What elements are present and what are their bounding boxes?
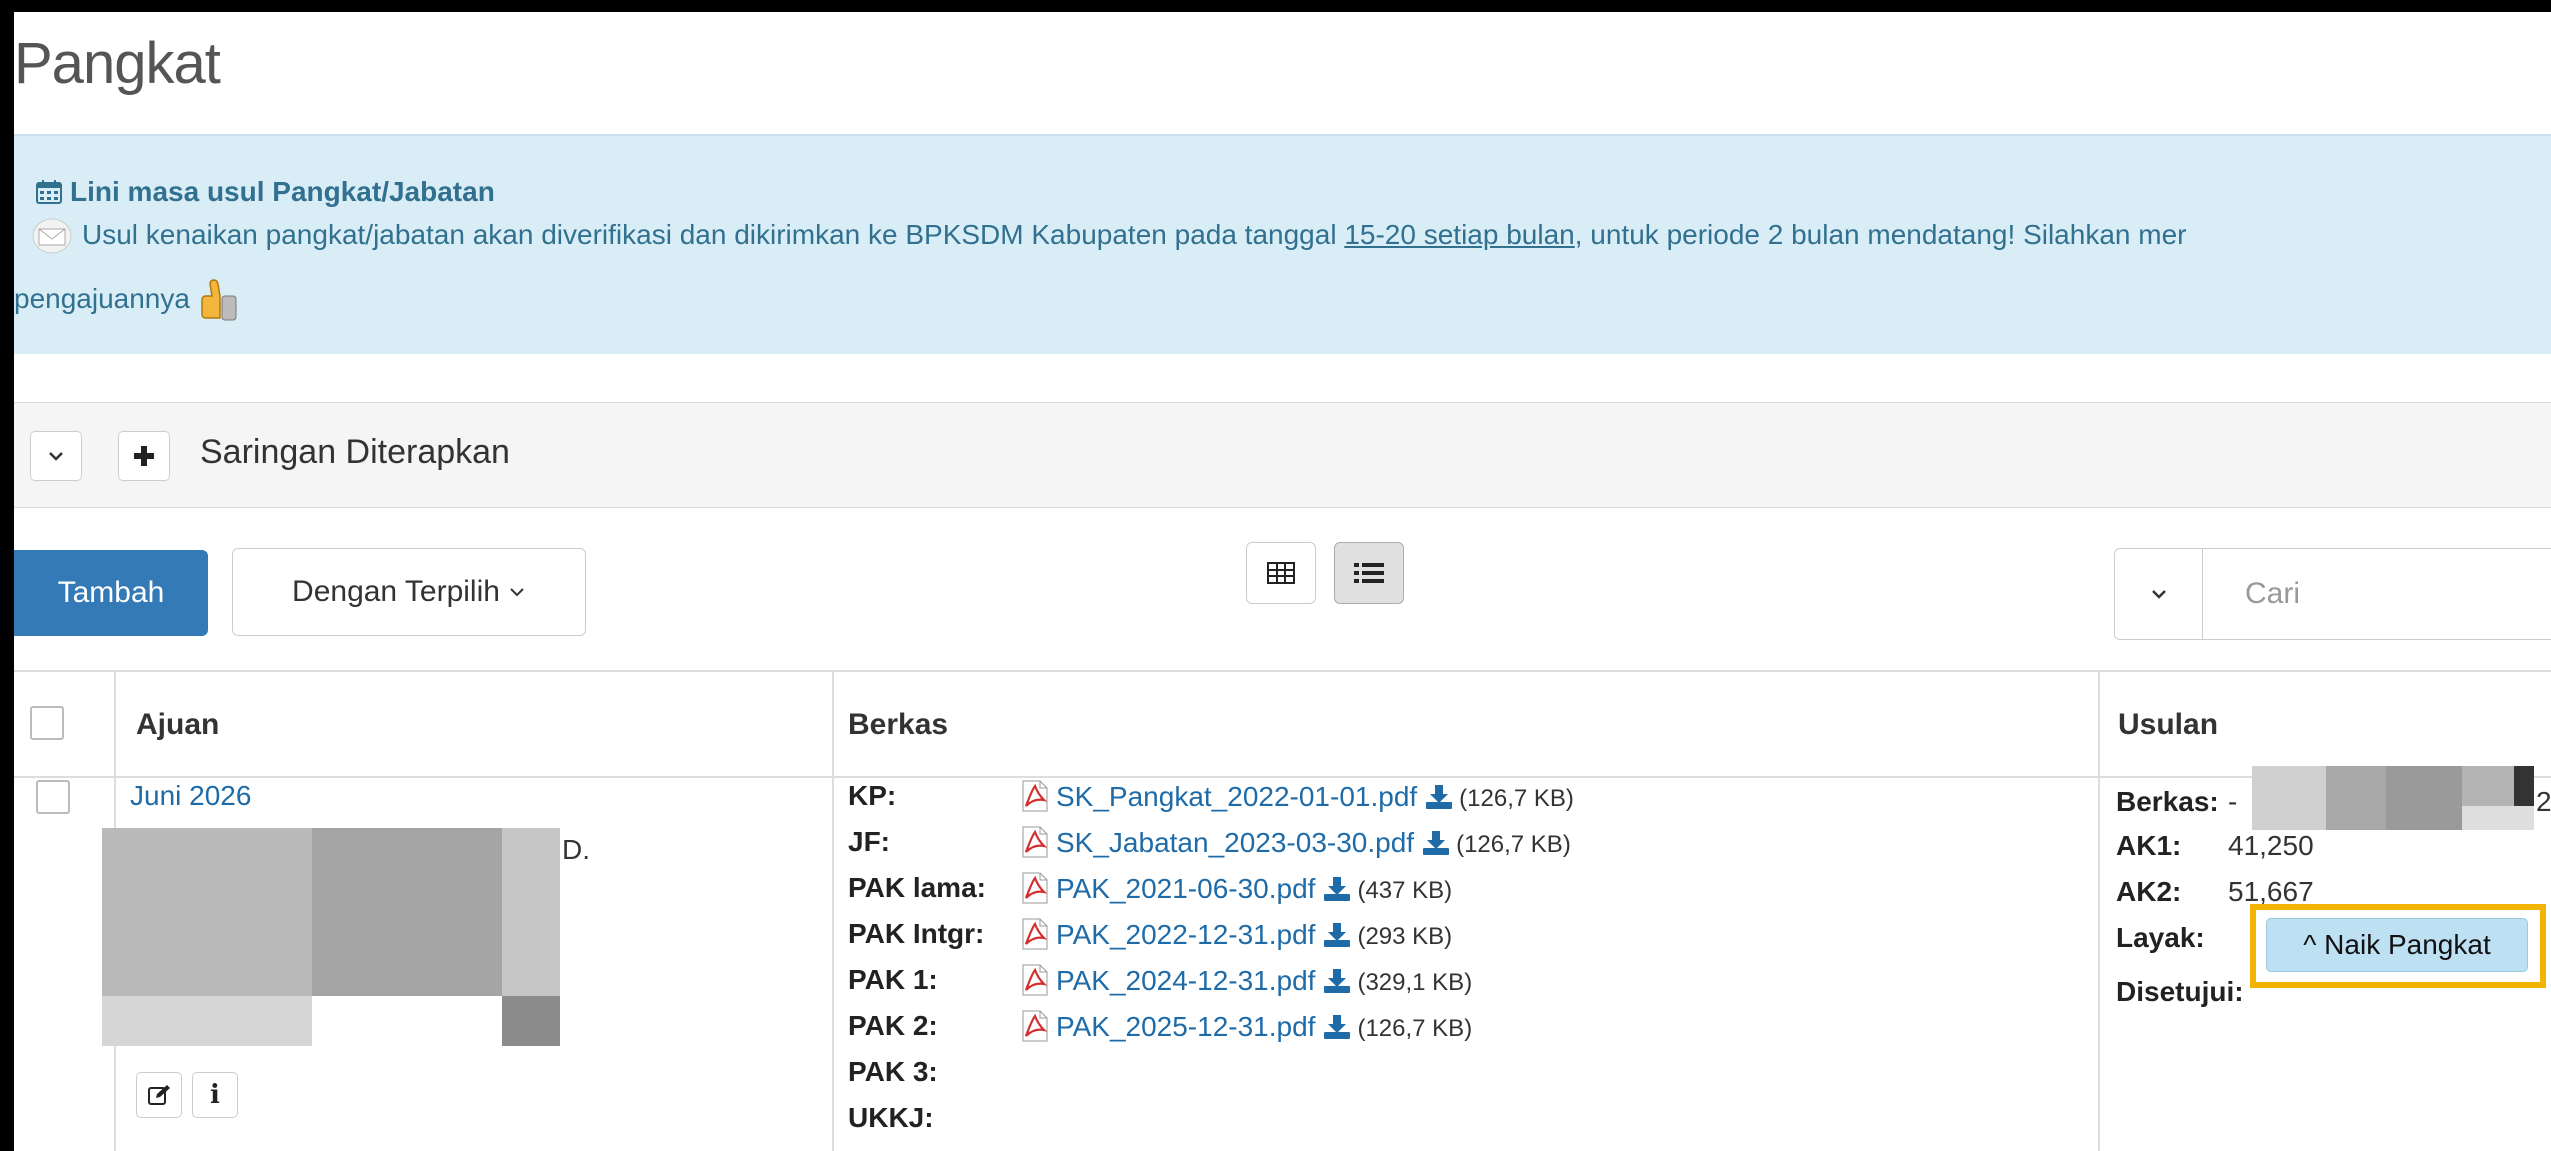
berkas-file-link[interactable]: PAK_2024-12-31.pdf <box>1056 965 1315 996</box>
filter-bar: Saringan Diterapkan <box>14 402 2551 508</box>
col-berkas: Berkas <box>848 708 949 741</box>
layak-label: Layak: <box>2116 922 2205 953</box>
berkas-label: PAK 3: <box>848 1056 938 1087</box>
download-icon[interactable] <box>1425 785 1453 809</box>
berkas-file-link[interactable]: SK_Pangkat_2022-01-01.pdf <box>1056 781 1417 812</box>
plus-icon <box>134 446 154 466</box>
callout-text-before: Usul kenaikan pangkat/jabatan akan diver… <box>82 219 1345 250</box>
berkas-file: PAK_2024-12-31.pdf (329,1 KB) <box>1020 964 1472 997</box>
callout-line2: pengajuannya <box>14 283 190 314</box>
grid-icon <box>1267 562 1295 584</box>
berkas-file: PAK_2022-12-31.pdf (293 KB) <box>1020 918 1452 951</box>
berkas-label: KP: <box>848 780 897 811</box>
chevron-down-icon <box>49 452 63 461</box>
pdf-file-icon <box>1022 964 1048 996</box>
redacted-block <box>2386 766 2462 830</box>
ajuan-link[interactable]: Juni 2026 <box>130 780 251 812</box>
calendar-icon <box>36 180 62 204</box>
disetujui-label: Disetujui: <box>2116 976 2244 1007</box>
add-filter-button[interactable] <box>118 431 170 481</box>
search-column-dropdown[interactable] <box>2114 548 2202 640</box>
usulan-berkas-label: Berkas: <box>2116 786 2219 817</box>
grid-view-button[interactable] <box>1246 542 1316 604</box>
filter-collapse-button[interactable] <box>30 431 82 481</box>
chevron-down-icon <box>510 588 524 597</box>
download-icon[interactable] <box>1323 877 1351 901</box>
row-checkbox[interactable] <box>36 780 70 814</box>
berkas-label: JF: <box>848 826 890 857</box>
download-icon[interactable] <box>1323 969 1351 993</box>
info-icon: i <box>210 1080 220 1110</box>
berkas-file-link[interactable]: SK_Jabatan_2023-03-30.pdf <box>1056 827 1414 858</box>
berkas-file-link[interactable]: PAK_2022-12-31.pdf <box>1056 919 1315 950</box>
berkas-file: PAK_2025-12-31.pdf (126,7 KB) <box>1020 1010 1472 1043</box>
berkas-label: UKKJ: <box>848 1102 934 1133</box>
berkas-file-size: (126,7 KB) <box>1357 1015 1473 1042</box>
redacted-block <box>502 996 560 1046</box>
ak1-value: 41,250 <box>2228 830 2314 861</box>
berkas-label: PAK 2: <box>848 1010 938 1041</box>
ajuan-name-suffix: D. <box>562 834 590 865</box>
timeline-callout: Lini masa usul Pangkat/Jabatan Usul kena… <box>14 134 2551 354</box>
search-input[interactable]: Cari <box>2202 548 2551 640</box>
pdf-file-icon <box>1022 1010 1048 1042</box>
info-button[interactable]: i <box>192 1072 238 1118</box>
redacted-block <box>102 828 312 996</box>
usulan-berkas-tail: 2 <box>2536 786 2551 817</box>
redacted-block <box>2462 806 2534 830</box>
berkas-file-size: (437 KB) <box>1357 877 1453 904</box>
page-title: Pangkat <box>14 31 221 96</box>
filter-label: Saringan Diterapkan <box>200 433 510 471</box>
pdf-file-icon <box>1022 918 1048 950</box>
tambah-button[interactable]: Tambah <box>14 550 208 636</box>
edit-button[interactable] <box>136 1072 182 1118</box>
redacted-block <box>2326 766 2386 830</box>
berkas-file-size: (293 KB) <box>1357 923 1453 950</box>
thumbs-up-icon <box>201 279 237 321</box>
berkas-label: PAK Intgr: <box>848 918 985 949</box>
list-view-button[interactable] <box>1334 542 1404 604</box>
list-icon <box>1354 563 1384 583</box>
download-icon[interactable] <box>1323 923 1351 947</box>
col-ajuan: Ajuan <box>136 708 220 741</box>
pdf-file-icon <box>1022 780 1048 812</box>
dengan-terpilih-label: Dengan Terpilih <box>292 575 500 608</box>
berkas-file: SK_Pangkat_2022-01-01.pdf (126,7 KB) <box>1020 780 1574 813</box>
berkas-file-size: (329,1 KB) <box>1357 969 1473 996</box>
callout-heading: Lini masa usul Pangkat/Jabatan <box>70 176 495 207</box>
redacted-block <box>312 828 516 996</box>
download-icon[interactable] <box>1422 831 1450 855</box>
app-frame: Pangkat Lini masa usul Pangkat/Jabatan U… <box>14 12 2551 1151</box>
redacted-block <box>102 996 312 1046</box>
pdf-file-icon <box>1022 826 1048 858</box>
naik-pangkat-button[interactable]: ^ Naik Pangkat <box>2266 918 2528 972</box>
schedule-link[interactable]: 15-20 setiap bulan <box>1344 219 1574 250</box>
berkas-file-size: (126,7 KB) <box>1459 785 1574 812</box>
col-usulan: Usulan <box>2118 708 2219 741</box>
redacted-block <box>2514 766 2534 806</box>
berkas-file: PAK_2021-06-30.pdf (437 KB) <box>1020 872 1452 905</box>
berkas-file-size: (126,7 KB) <box>1456 831 1571 858</box>
download-icon[interactable] <box>1323 1015 1351 1039</box>
redacted-block <box>2252 766 2326 830</box>
table-header: Ajuan Berkas Usulan <box>14 670 2551 778</box>
usulan-berkas-value: - <box>2228 786 2238 817</box>
berkas-file-link[interactable]: PAK_2025-12-31.pdf <box>1056 1011 1315 1042</box>
ak2-label: AK2: <box>2116 876 2182 907</box>
edit-icon <box>148 1085 170 1105</box>
redacted-block <box>502 828 560 996</box>
berkas-file-link[interactable]: PAK_2021-06-30.pdf <box>1056 873 1315 904</box>
callout-text-after: , untuk periode 2 bulan mendatang! Silah… <box>1574 219 2187 250</box>
pdf-file-icon <box>1022 872 1048 904</box>
envelope-icon <box>32 218 72 254</box>
berkas-label: PAK lama: <box>848 872 986 903</box>
ak1-label: AK1: <box>2116 830 2182 861</box>
berkas-file: SK_Jabatan_2023-03-30.pdf (126,7 KB) <box>1020 826 1571 859</box>
redacted-block <box>2462 766 2514 806</box>
dengan-terpilih-dropdown[interactable]: Dengan Terpilih <box>232 548 586 636</box>
berkas-label: PAK 1: <box>848 964 938 995</box>
chevron-down-icon <box>2151 590 2166 599</box>
select-all-checkbox[interactable] <box>30 706 64 740</box>
